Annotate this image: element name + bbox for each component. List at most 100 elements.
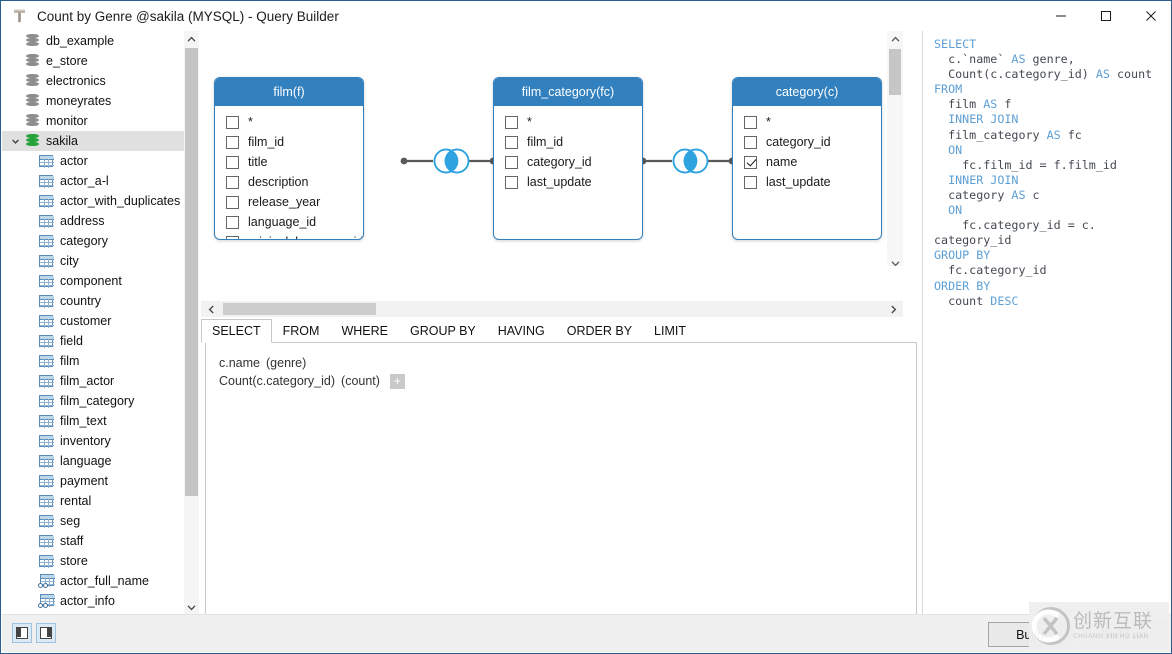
- field-checkbox-original_language_id[interactable]: [226, 235, 239, 239]
- sidebar-item-actor_full_name[interactable]: actor_full_name: [2, 571, 184, 591]
- sidebar-item-category[interactable]: category: [2, 231, 184, 251]
- field-checkbox-category_id[interactable]: [505, 155, 518, 169]
- diagram-field-row[interactable]: category_id: [733, 132, 881, 152]
- toggle-left-panel-button[interactable]: [12, 623, 32, 643]
- diagram-field-row[interactable]: *: [215, 112, 363, 132]
- sidebar-vertical-scrollbar[interactable]: [184, 31, 199, 616]
- tab-from[interactable]: FROM: [272, 319, 331, 342]
- sidebar-item-address[interactable]: address: [2, 211, 184, 231]
- sidebar-item-field[interactable]: field: [2, 331, 184, 351]
- toggle-right-panel-button[interactable]: [36, 623, 56, 643]
- field-checkbox-name[interactable]: [744, 155, 757, 169]
- tab-where[interactable]: WHERE: [330, 319, 399, 342]
- sidebar-item-seg[interactable]: seg: [2, 511, 184, 531]
- sidebar-item-film_category[interactable]: film_category: [2, 391, 184, 411]
- sidebar-item-e_store[interactable]: e_store: [2, 51, 184, 71]
- diagram-field-row[interactable]: language_id: [215, 212, 363, 232]
- sidebar-item-sakila[interactable]: sakila: [2, 131, 184, 151]
- chevron-down-icon[interactable]: [8, 131, 22, 151]
- sidebar-item-actor_with_duplicates[interactable]: actor_with_duplicates: [2, 191, 184, 211]
- diagram-field-row[interactable]: original_language_id: [215, 232, 363, 239]
- diagram-field-row[interactable]: title: [215, 152, 363, 172]
- sidebar-item-rental[interactable]: rental: [2, 491, 184, 511]
- diagram-horizontal-scrollbar[interactable]: [201, 301, 903, 317]
- sidebar-item-actor_a-l[interactable]: actor_a-l: [2, 171, 184, 191]
- diagram-field-row[interactable]: name: [733, 152, 881, 172]
- diagram-field-row[interactable]: last_update: [494, 172, 642, 192]
- sidebar-item-db_example[interactable]: db_example: [2, 31, 184, 51]
- build-an-button[interactable]: Build an: [1082, 622, 1166, 647]
- select-expression-item[interactable]: Count(c.category_id) (count) +: [206, 372, 916, 390]
- sidebar-item-film_text[interactable]: film_text: [2, 411, 184, 431]
- tab-select[interactable]: SELECT: [201, 319, 272, 343]
- field-checkbox-language_id[interactable]: [226, 215, 239, 229]
- diagram-hscroll-left-icon[interactable]: [203, 301, 219, 317]
- tab-group-by[interactable]: GROUP BY: [399, 319, 487, 342]
- sidebar-item-electronics[interactable]: electronics: [2, 71, 184, 91]
- field-checkbox-film_id[interactable]: [505, 135, 518, 149]
- field-checkbox-release_year[interactable]: [226, 195, 239, 209]
- diagram-scroll-up-icon[interactable]: [887, 31, 903, 47]
- diagram-node-film(f)[interactable]: film(f) * film_id title description release_y…: [214, 77, 364, 240]
- tab-limit[interactable]: LIMIT: [643, 319, 697, 342]
- sidebar-item-city[interactable]: city: [2, 251, 184, 271]
- field-checkbox-*[interactable]: [226, 115, 239, 129]
- diagram-field-row[interactable]: release_year: [215, 192, 363, 212]
- diagram-scroll-thumb[interactable]: [889, 49, 901, 95]
- tab-having[interactable]: HAVING: [487, 319, 556, 342]
- inner-join-icon-2[interactable]: [671, 144, 710, 183]
- sidebar-item-store[interactable]: store: [2, 551, 184, 571]
- table-icon: [39, 455, 54, 468]
- field-checkbox-last_update[interactable]: [505, 175, 518, 189]
- sidebar-item-country[interactable]: country: [2, 291, 184, 311]
- field-checkbox-category_id[interactable]: [744, 135, 757, 149]
- diagram-hscroll-thumb[interactable]: [223, 303, 376, 315]
- sidebar-item-staff[interactable]: staff: [2, 531, 184, 551]
- sidebar-scroll-thumb[interactable]: [185, 48, 198, 496]
- sidebar-item-film_actor[interactable]: film_actor: [2, 371, 184, 391]
- sidebar-item-actor_info[interactable]: actor_info: [2, 591, 184, 611]
- add-expression-button[interactable]: +: [389, 373, 405, 389]
- field-checkbox-film_id[interactable]: [226, 135, 239, 149]
- sidebar-item-customer[interactable]: customer: [2, 311, 184, 331]
- diagram-field-row[interactable]: last_update: [733, 172, 881, 192]
- maximize-button[interactable]: [1083, 1, 1128, 31]
- sidebar-item-actor[interactable]: actor: [2, 151, 184, 171]
- field-checkbox-*[interactable]: [505, 115, 518, 129]
- minimize-button[interactable]: [1038, 1, 1083, 31]
- clause-tabstrip[interactable]: SELECT FROM WHERE GROUP BY HAVING ORDER BY LIM…: [201, 319, 917, 343]
- database-tree[interactable]: db_example e_store electronics moneyrates mo…: [2, 31, 184, 616]
- diagram-field-row[interactable]: film_id: [494, 132, 642, 152]
- sidebar-scroll-up-icon[interactable]: [184, 31, 199, 48]
- sidebar-item-component[interactable]: component: [2, 271, 184, 291]
- diagram-hscroll-right-icon[interactable]: [885, 301, 901, 317]
- inner-join-icon-1[interactable]: [432, 144, 471, 183]
- select-expression-item[interactable]: c.name (genre): [206, 354, 916, 372]
- sidebar-item-film[interactable]: film: [2, 351, 184, 371]
- sidebar-item-monitor[interactable]: monitor: [2, 111, 184, 131]
- diagram-field-row[interactable]: film_id: [215, 132, 363, 152]
- sql-preview-panel[interactable]: SELECT c.`name` AS genre, Count(c.catego…: [922, 31, 1171, 616]
- sidebar-item-inventory[interactable]: inventory: [2, 431, 184, 451]
- field-checkbox-description[interactable]: [226, 175, 239, 189]
- er-diagram-canvas[interactable]: film(f) * film_id title description release_y…: [201, 31, 903, 266]
- close-button[interactable]: [1128, 1, 1171, 31]
- field-checkbox-title[interactable]: [226, 155, 239, 169]
- build-button[interactable]: Build: [988, 622, 1072, 647]
- field-checkbox-last_update[interactable]: [744, 175, 757, 189]
- diagram-field-row[interactable]: description: [215, 172, 363, 192]
- diagram-field-row[interactable]: *: [733, 112, 881, 132]
- diagram-field-row[interactable]: *: [494, 112, 642, 132]
- diagram-vertical-scrollbar[interactable]: [887, 31, 903, 266]
- diagram-scroll-down-icon[interactable]: [887, 255, 903, 266]
- select-expression-list[interactable]: c.name (genre) Count(c.category_id) (count)…: [206, 354, 916, 390]
- diagram-node-category(c)[interactable]: category(c) * category_id name last_update: [732, 77, 882, 240]
- field-checkbox-*[interactable]: [744, 115, 757, 129]
- sidebar-item-language[interactable]: language: [2, 451, 184, 471]
- diagram-node-film_category(fc)[interactable]: film_category(fc) * film_id category_id last…: [493, 77, 643, 240]
- action-button-row[interactable]: Build Build an: [988, 622, 1166, 647]
- tab-order-by[interactable]: ORDER BY: [556, 319, 643, 342]
- sidebar-item-moneyrates[interactable]: moneyrates: [2, 91, 184, 111]
- sidebar-item-payment[interactable]: payment: [2, 471, 184, 491]
- diagram-field-row[interactable]: category_id: [494, 152, 642, 172]
